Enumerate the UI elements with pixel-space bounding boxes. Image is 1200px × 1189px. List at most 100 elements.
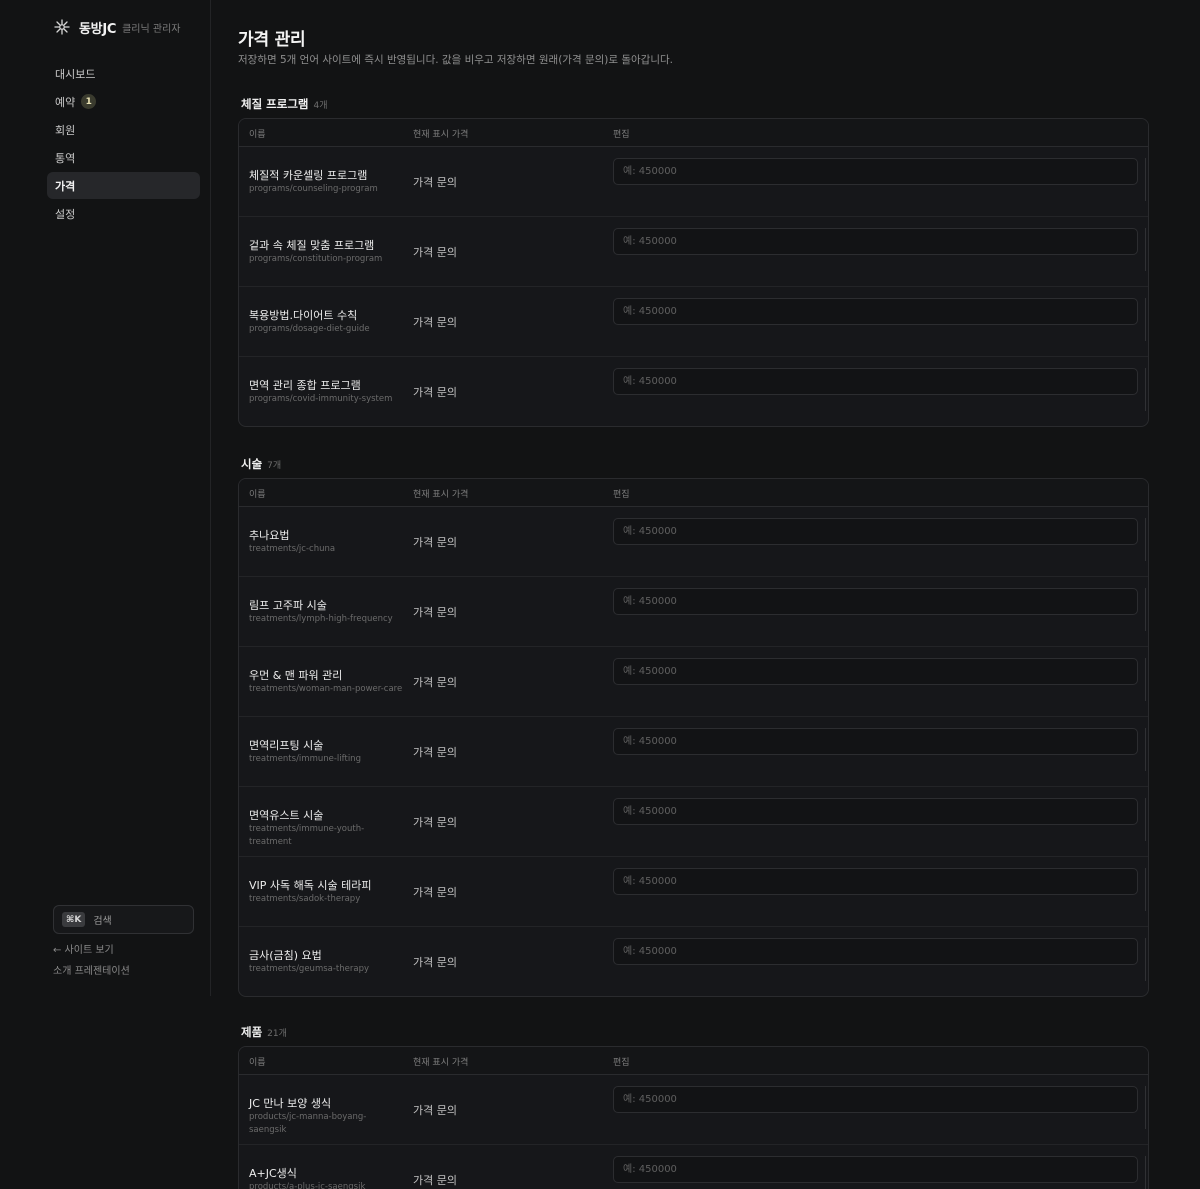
- brand[interactable]: 동방JC 클리닉 관리자: [54, 16, 181, 38]
- item-name: JC 만나 보양 생식: [249, 1097, 332, 1110]
- price-table: 이름 현재 표시 가격 편집 추나요법 treatments/jc-chuna 가격 문의…: [238, 478, 1149, 997]
- item-name: A+JC생식: [249, 1167, 297, 1180]
- sidebar: 동방JC 클리닉 관리자 대시보드 예약 1 회원통역가격설정 ⌘K 검색 ← 사이트…: [0, 0, 211, 996]
- sidebar-item-label: 설정: [55, 207, 76, 221]
- price-input[interactable]: [613, 158, 1138, 185]
- item-name: 면역리프팅 시술: [249, 739, 324, 752]
- table-row: 면역리프팅 시술 treatments/immune-lifting 가격 문의: [239, 717, 1148, 787]
- item-slug: products/jc-manna-boyang-saengsik: [249, 1112, 367, 1135]
- price-input[interactable]: [613, 1086, 1138, 1113]
- table-row: VIP 사독 해독 시술 테라피 treatments/sadok-therapy…: [239, 857, 1148, 927]
- save-button[interactable]: [1145, 1086, 1148, 1129]
- save-button[interactable]: [1145, 158, 1148, 201]
- price-input[interactable]: [613, 798, 1138, 825]
- item-name: VIP 사독 해독 시술 테라피: [249, 879, 372, 892]
- price-input[interactable]: [613, 868, 1138, 895]
- item-name: 금사(금침) 요법: [249, 949, 322, 962]
- sidebar-item-members[interactable]: 회원: [47, 116, 200, 143]
- search-button[interactable]: ⌘K 검색: [53, 905, 194, 934]
- section-header: 제품 21개: [241, 1024, 287, 1040]
- view-site-link[interactable]: ← 사이트 보기: [53, 941, 114, 956]
- price-input[interactable]: [613, 588, 1138, 615]
- price-input[interactable]: [613, 1156, 1138, 1183]
- current-price: 가격 문의: [413, 536, 457, 549]
- save-button[interactable]: [1145, 228, 1148, 271]
- save-button[interactable]: [1145, 868, 1148, 911]
- save-button[interactable]: [1145, 798, 1148, 841]
- item-slug: programs/dosage-diet-guide: [249, 324, 370, 334]
- presentation-link[interactable]: 소개 프레젠테이션: [53, 962, 130, 977]
- current-price: 가격 문의: [413, 1174, 457, 1187]
- item-slug: products/a-plus-jc-saengsik: [249, 1182, 366, 1189]
- price-input[interactable]: [613, 728, 1138, 755]
- sidebar-item-dashboard[interactable]: 대시보드: [47, 60, 200, 87]
- price-input[interactable]: [613, 368, 1138, 395]
- item-slug: programs/counseling-program: [249, 184, 378, 194]
- column-header-price: 현재 표시 가격: [413, 1058, 469, 1068]
- item-slug: treatments/immune-lifting: [249, 754, 361, 764]
- sidebar-item-settings[interactable]: 설정: [47, 200, 200, 227]
- table-row: A+JC생식 products/a-plus-jc-saengsik 가격 문의: [239, 1145, 1148, 1189]
- save-button[interactable]: [1145, 588, 1148, 631]
- table-row: 추나요법 treatments/jc-chuna 가격 문의: [239, 507, 1148, 577]
- column-header-name: 이름: [249, 1058, 266, 1068]
- item-slug: treatments/sadok-therapy: [249, 894, 361, 904]
- save-button[interactable]: [1145, 298, 1148, 341]
- current-price: 가격 문의: [413, 386, 457, 399]
- item-name: 추나요법: [249, 529, 290, 542]
- section-count: 21개: [267, 1029, 287, 1039]
- current-price: 가격 문의: [413, 956, 457, 969]
- price-input[interactable]: [613, 228, 1138, 255]
- search-label: 검색: [93, 916, 112, 927]
- column-header-name: 이름: [249, 130, 266, 140]
- price-input[interactable]: [613, 658, 1138, 685]
- item-slug: programs/constitution-program: [249, 254, 383, 264]
- current-price: 가격 문의: [413, 746, 457, 759]
- column-header-edit: 편집: [613, 130, 630, 140]
- table-header: 이름 현재 표시 가격 편집: [239, 479, 1148, 507]
- save-button[interactable]: [1145, 938, 1148, 981]
- sidebar-item-reservations[interactable]: 예약 1: [47, 88, 200, 115]
- sidebar-item-pricing[interactable]: 가격: [47, 172, 200, 199]
- column-header-edit: 편집: [613, 490, 630, 500]
- brand-subtitle: 클리닉 관리자: [122, 23, 181, 35]
- sidebar-item-label: 회원: [55, 123, 76, 137]
- save-button[interactable]: [1145, 728, 1148, 771]
- table-row: 면역유스트 시술 treatments/immune-youth-treatmen…: [239, 787, 1148, 857]
- price-input[interactable]: [613, 518, 1138, 545]
- price-input[interactable]: [613, 938, 1138, 965]
- section-header: 시술 7개: [241, 456, 281, 472]
- sidebar-item-interpretation[interactable]: 통역: [47, 144, 200, 171]
- column-header-price: 현재 표시 가격: [413, 130, 469, 140]
- item-name: 우먼 & 맨 파워 관리: [249, 669, 343, 682]
- price-table: 이름 현재 표시 가격 편집 JC 만나 보양 생식 products/jc-manna…: [238, 1046, 1149, 1189]
- save-button[interactable]: [1145, 1156, 1148, 1189]
- save-button[interactable]: [1145, 518, 1148, 561]
- table-row: 림프 고주파 시술 treatments/lymph-high-frequency…: [239, 577, 1148, 647]
- item-name: 면역유스트 시술: [249, 809, 324, 822]
- shortcut-key: ⌘K: [62, 912, 86, 927]
- price-input[interactable]: [613, 298, 1138, 325]
- column-header-name: 이름: [249, 490, 266, 500]
- page-description: 저장하면 5개 언어 사이트에 즉시 반영됩니다. 값을 비우고 저장하면 원래…: [238, 54, 674, 66]
- current-price: 가격 문의: [413, 246, 457, 259]
- sidebar-item-label: 통역: [55, 151, 76, 165]
- save-button[interactable]: [1145, 658, 1148, 701]
- sidebar-item-label: 가격: [55, 179, 76, 193]
- item-slug: treatments/geumsa-therapy: [249, 964, 370, 974]
- page-title: 가격 관리: [238, 30, 306, 50]
- price-table: 이름 현재 표시 가격 편집체질적 카운셀링 프로그램 programs/counse…: [238, 118, 1149, 427]
- save-button[interactable]: [1145, 368, 1148, 411]
- count-badge: 1: [81, 94, 97, 109]
- current-price: 가격 문의: [413, 816, 457, 829]
- current-price: 가격 문의: [413, 176, 457, 189]
- item-name: 체질적 카운셀링 프로그램: [249, 169, 368, 182]
- item-slug: treatments/woman-man-power-care: [249, 684, 403, 694]
- current-price: 가격 문의: [413, 316, 457, 329]
- section-count: 7개: [267, 461, 282, 471]
- item-name: 면역 관리 종합 프로그램: [249, 379, 361, 392]
- section-count: 4개: [313, 101, 328, 111]
- current-price: 가격 문의: [413, 1104, 457, 1117]
- item-slug: treatments/lymph-high-frequency: [249, 614, 393, 624]
- table-row: 우먼 & 맨 파워 관리 treatments/woman-man-power-c…: [239, 647, 1148, 717]
